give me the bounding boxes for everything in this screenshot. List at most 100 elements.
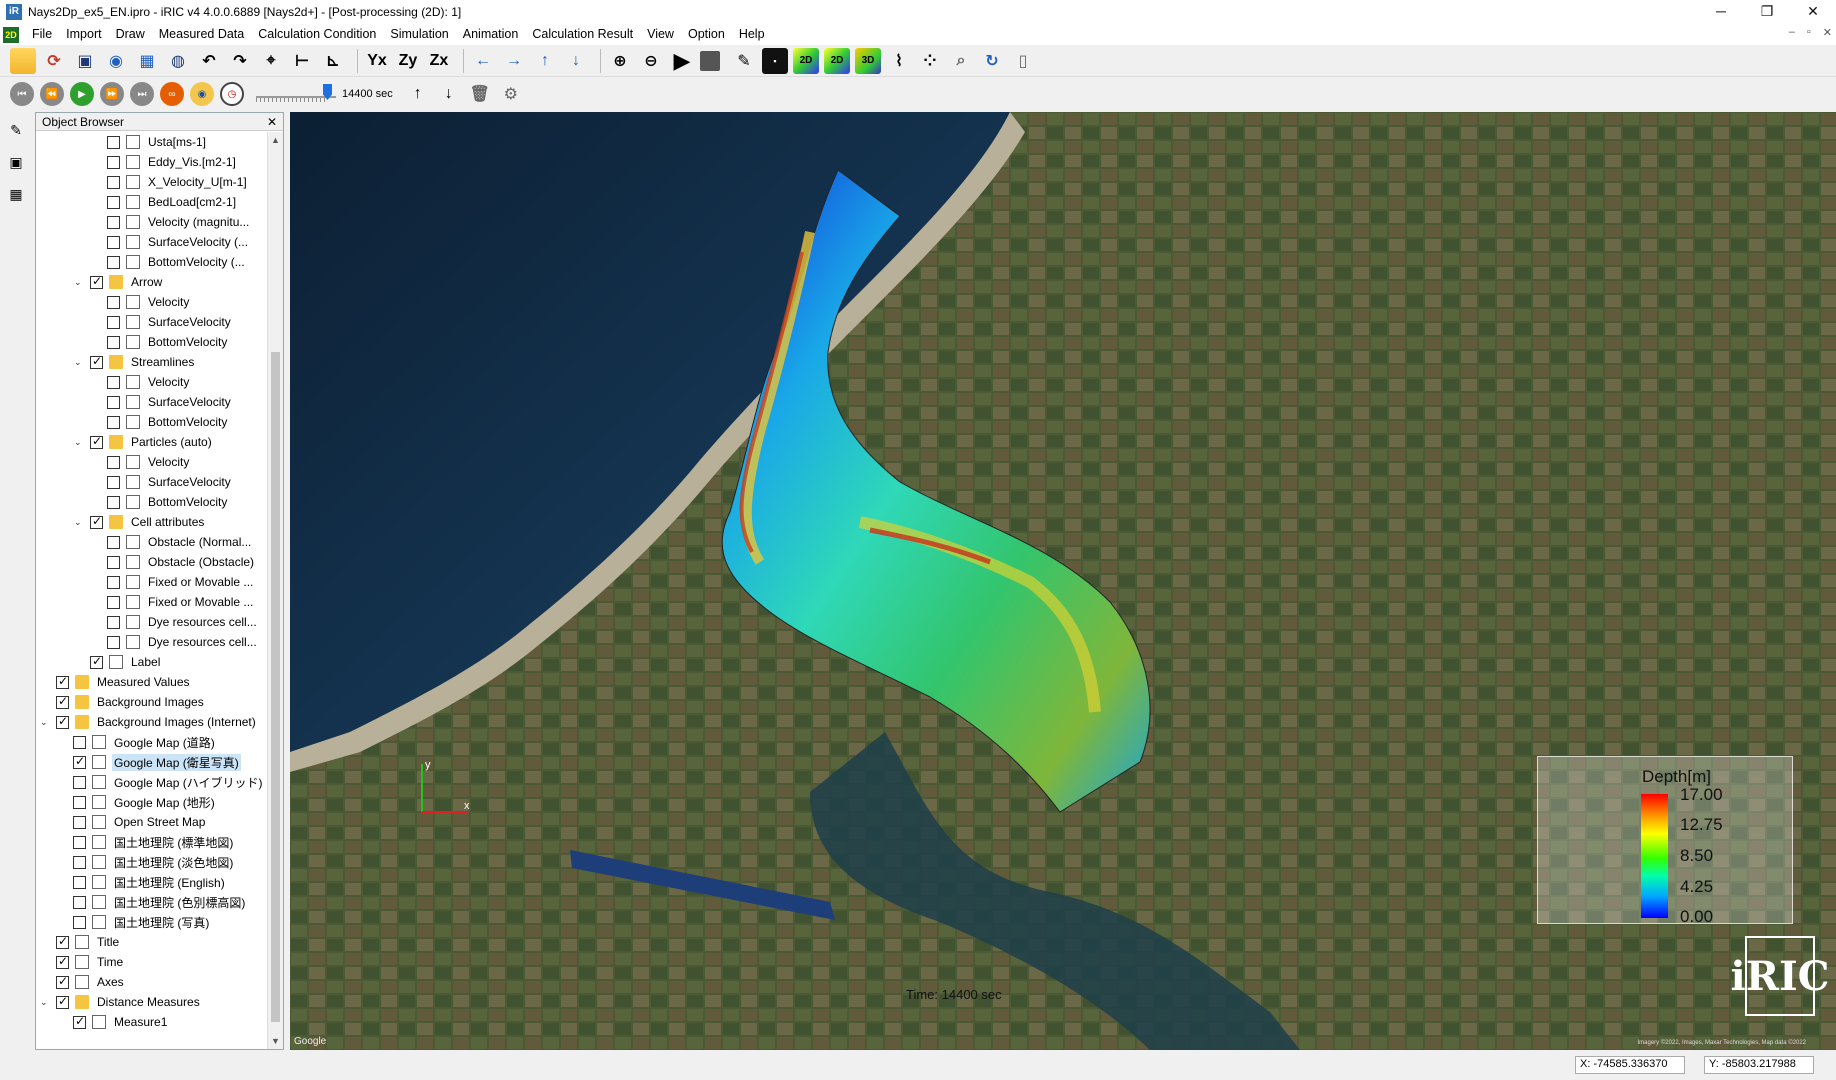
visibility-checkbox[interactable]: [107, 175, 120, 189]
time-slider[interactable]: [256, 82, 336, 106]
tree-row[interactable]: Fixed or Movable ...: [91, 572, 255, 592]
expand-chevron-icon[interactable]: ⌄: [40, 717, 50, 728]
delete-icon[interactable]: 🗑: [467, 81, 493, 107]
visibility-checkbox[interactable]: [73, 815, 86, 829]
menu-file[interactable]: File: [25, 24, 59, 45]
zoom-in-icon[interactable]: ⊕: [607, 48, 633, 74]
visibility-checkbox[interactable]: [56, 694, 69, 709]
tree-row[interactable]: BottomVelocity: [91, 412, 229, 432]
terminal-icon[interactable]: ▪: [762, 47, 788, 74]
map-view[interactable]: y x Time: 14400 sec Google Imagery ©2022…: [290, 112, 1836, 1050]
step-forward-icon[interactable]: ⏩: [100, 82, 124, 106]
visibility-checkbox[interactable]: [107, 215, 120, 229]
menu-import[interactable]: Import: [59, 24, 108, 45]
visibility-checkbox[interactable]: [73, 735, 86, 749]
tree-row[interactable]: Dye resources cell...: [91, 612, 259, 632]
snapshot-icon[interactable]: ◉: [103, 48, 129, 74]
tree-row[interactable]: Eddy_Vis.[m2-1]: [91, 152, 238, 172]
visibility-checkbox[interactable]: [107, 135, 120, 149]
tree-row[interactable]: Obstacle (Obstacle): [91, 552, 256, 572]
expand-chevron-icon[interactable]: ⌄: [74, 517, 84, 528]
graph-icon[interactable]: ⌇: [886, 48, 912, 74]
settings-icon[interactable]: ⚙: [498, 81, 524, 107]
continuous-snapshot-icon[interactable]: ▦: [134, 48, 160, 74]
mdi-close-button[interactable]: ✕: [1823, 26, 1832, 39]
tree-row[interactable]: Label: [74, 652, 162, 672]
visibility-checkbox[interactable]: [73, 855, 86, 869]
loop-icon[interactable]: ∞: [160, 82, 184, 106]
tree-row[interactable]: BedLoad[cm2-1]: [91, 192, 238, 212]
visibility-checkbox[interactable]: [73, 1014, 86, 1029]
open-folder-icon[interactable]: [10, 47, 36, 74]
minimize-button[interactable]: ─: [1698, 0, 1744, 24]
visibility-checkbox[interactable]: [73, 835, 86, 849]
google-earth-icon[interactable]: ◍: [165, 48, 191, 74]
tree-row[interactable]: ⌄ Streamlines: [74, 352, 196, 372]
visibility-checkbox[interactable]: [56, 934, 69, 949]
expand-chevron-icon[interactable]: ⌄: [40, 997, 50, 1008]
scroll-down-icon[interactable]: ▼: [268, 1033, 283, 1049]
tree-row[interactable]: Google Map (衛星写真): [57, 752, 241, 772]
expand-chevron-icon[interactable]: ⌄: [74, 357, 84, 368]
tree-row[interactable]: Axes: [40, 972, 126, 992]
tree-row[interactable]: Fixed or Movable ...: [91, 592, 255, 612]
depth-legend[interactable]: Depth[m] 17.00 12.75 8.50 4.25 0.00: [1537, 756, 1793, 926]
tree-row[interactable]: Title: [40, 932, 121, 952]
menu-help[interactable]: Help: [732, 24, 772, 45]
reload-icon[interactable]: ⟳: [41, 48, 67, 74]
tree-row[interactable]: 国土地理院 (標準地図): [57, 832, 235, 852]
tree-row[interactable]: X_Velocity_U[m-1]: [91, 172, 249, 192]
arrow-up-icon[interactable]: ↑: [405, 81, 431, 107]
tree-row[interactable]: Measured Values: [40, 672, 192, 692]
tree-row[interactable]: ⌄ Distance Measures: [40, 992, 202, 1012]
object-browser-scrollbar[interactable]: ▲ ▼: [267, 132, 283, 1049]
redo-icon[interactable]: ↷: [227, 48, 253, 74]
visibility-checkbox[interactable]: [107, 155, 120, 169]
tree-row[interactable]: Google Map (地形): [57, 792, 217, 812]
tree-row[interactable]: Measure1: [57, 1012, 169, 1032]
scroll-up-icon[interactable]: ▲: [268, 132, 283, 148]
visibility-checkbox[interactable]: [107, 235, 120, 249]
axis-x-icon[interactable]: ⊢: [289, 48, 315, 74]
visibility-checkbox[interactable]: [90, 654, 103, 669]
expand-chevron-icon[interactable]: ⌄: [74, 437, 84, 448]
visibility-checkbox[interactable]: [73, 875, 86, 889]
visibility-checkbox[interactable]: [73, 915, 86, 929]
post-2d-bird-icon[interactable]: 2D: [824, 47, 850, 74]
undo-icon[interactable]: ↶: [196, 48, 222, 74]
mouse-icon[interactable]: ▯: [1010, 48, 1036, 74]
tree-row[interactable]: Obstacle (Normal...: [91, 532, 253, 552]
maximize-button[interactable]: ❐: [1744, 0, 1790, 24]
visibility-checkbox[interactable]: [56, 954, 69, 969]
menu-measured-data[interactable]: Measured Data: [152, 24, 251, 45]
tree-row[interactable]: BottomVelocity (...: [91, 252, 247, 272]
visibility-checkbox[interactable]: [107, 575, 120, 589]
visibility-checkbox[interactable]: [107, 555, 120, 569]
scatter-graph-icon[interactable]: ⁘: [917, 48, 943, 74]
color-map-icon[interactable]: ▦: [4, 182, 28, 206]
measure-icon[interactable]: ⌕: [948, 48, 974, 74]
tree-row[interactable]: Velocity (magnitu...: [91, 212, 251, 232]
visibility-checkbox[interactable]: [107, 455, 120, 469]
tree-row[interactable]: SurfaceVelocity: [91, 392, 233, 412]
expand-chevron-icon[interactable]: ⌄: [74, 277, 84, 288]
object-browser-icon[interactable]: ✎: [4, 118, 28, 142]
visibility-checkbox[interactable]: [56, 714, 69, 729]
visibility-checkbox[interactable]: [56, 974, 69, 989]
visibility-checkbox[interactable]: [90, 434, 103, 449]
tree-row[interactable]: Velocity: [91, 372, 191, 392]
zoom-out-icon[interactable]: ⊖: [638, 48, 664, 74]
visibility-checkbox[interactable]: [107, 535, 120, 549]
menu-draw[interactable]: Draw: [109, 24, 152, 45]
visibility-checkbox[interactable]: [107, 195, 120, 209]
visibility-checkbox[interactable]: [90, 514, 103, 529]
visibility-checkbox[interactable]: [107, 255, 120, 269]
object-browser-close-icon[interactable]: ✕: [267, 115, 277, 129]
follow-last-icon[interactable]: ◉: [190, 82, 214, 106]
mdi-2d-icon[interactable]: 2D: [3, 26, 19, 43]
tree-row[interactable]: Usta[ms-1]: [91, 132, 208, 152]
visibility-checkbox[interactable]: [73, 775, 86, 789]
tree-row[interactable]: Open Street Map: [57, 812, 207, 832]
menu-calculation-result[interactable]: Calculation Result: [525, 24, 640, 45]
tree-row[interactable]: 国土地理院 (色別標高図): [57, 892, 247, 912]
